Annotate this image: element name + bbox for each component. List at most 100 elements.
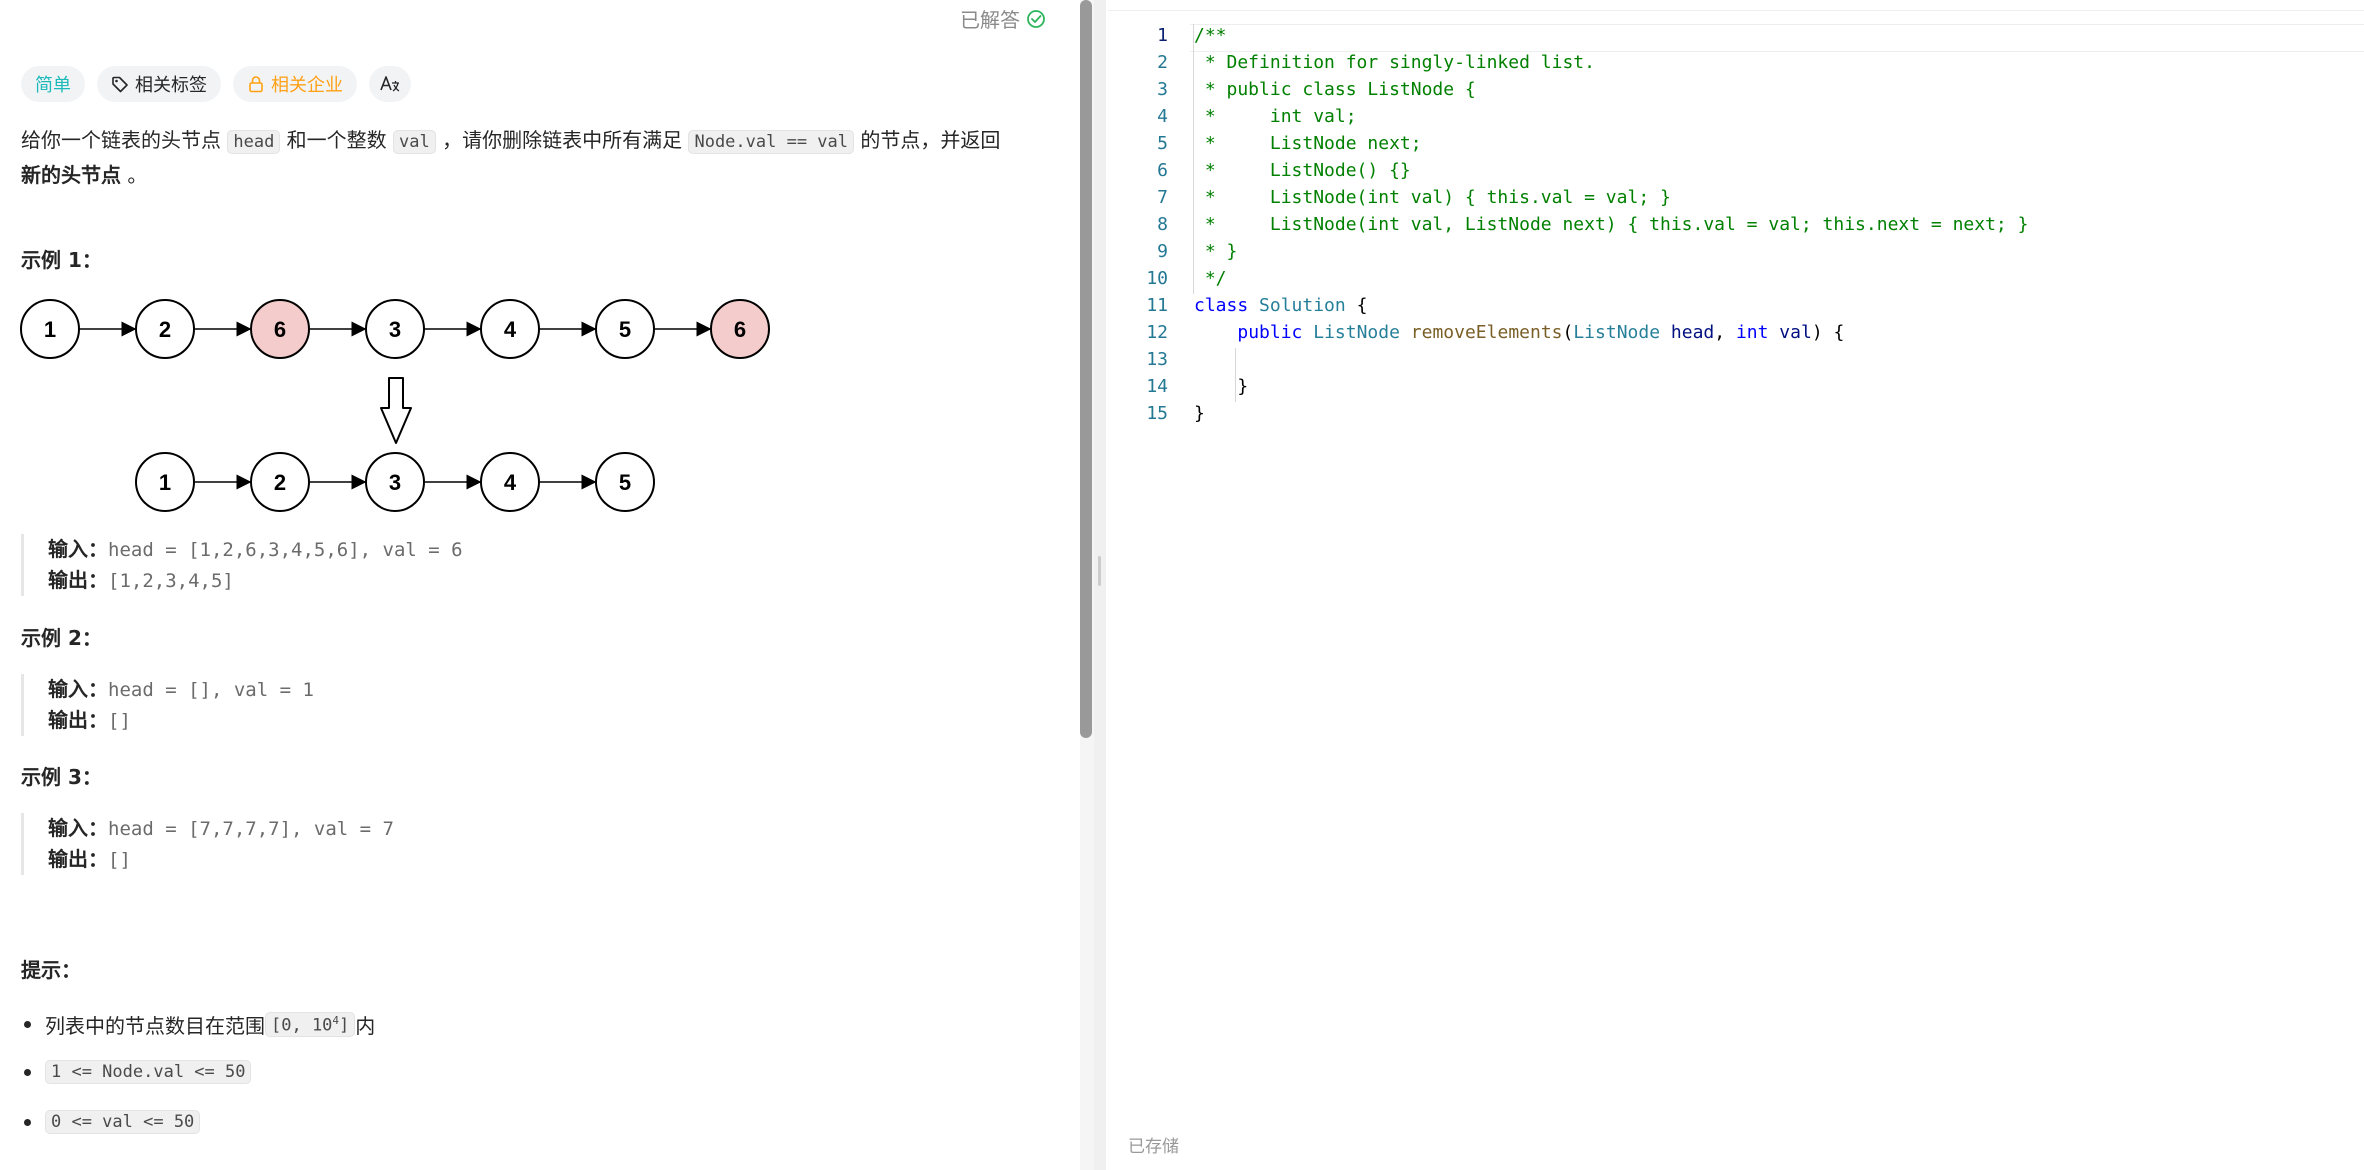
hint-text: 列表中的节点数目在范围 [45, 1014, 265, 1038]
related-tags-label: 相关标签 [135, 75, 207, 96]
code-text[interactable]: class Solution { [1194, 292, 1367, 319]
line-number: 13 [1146, 349, 1168, 370]
output-value: [1,2,3,4,5] [108, 570, 234, 592]
related-companies-button[interactable]: 相关企业 [233, 66, 357, 102]
line-number: 7 [1157, 187, 1168, 208]
line-number: 2 [1157, 52, 1168, 73]
node-value: 2 [159, 317, 171, 342]
example-3-block: 输入：head = [7,7,7,7], val = 7 输出：[] [21, 813, 394, 875]
example-1-block: 输入：head = [1,2,6,3,4,5,6], val = 6 输出：[1… [21, 534, 463, 596]
solved-status[interactable]: 已解答 [960, 4, 1046, 33]
example-3-title: 示例 3： [21, 765, 102, 789]
code-text[interactable]: * ListNode() {} [1194, 157, 1411, 184]
node-value: 3 [389, 470, 401, 495]
bullet [24, 1118, 31, 1126]
current-line-highlight [1190, 24, 2364, 52]
related-companies-label: 相关企业 [271, 75, 343, 96]
statement-text: 。 [121, 163, 148, 187]
description-scrollbar-thumb[interactable] [1080, 0, 1092, 738]
code-text[interactable]: } [1194, 373, 1248, 400]
hint-text: 内 [355, 1014, 376, 1038]
code-text[interactable]: * } [1194, 238, 1238, 265]
hint-code: 1 <= Node.val <= 50 [45, 1060, 252, 1084]
code-text[interactable]: public ListNode removeElements(ListNode … [1194, 319, 1844, 346]
code-text[interactable]: * int val; [1194, 103, 1357, 130]
code-condition: Node.val == val [688, 130, 854, 154]
statement-text: ，请你删除链表中所有满足 [435, 128, 689, 152]
node-value: 4 [504, 470, 517, 495]
statement-text: 给你一个链表的头节点 [21, 128, 228, 152]
hints-title: 提示： [21, 958, 81, 982]
difficulty-tag[interactable]: 简单 [21, 66, 85, 102]
difficulty-label: 简单 [35, 75, 71, 96]
line-number: 5 [1157, 133, 1168, 154]
hint-code-text: ] [339, 1015, 350, 1036]
code-val: val [393, 130, 436, 154]
saved-status: 已存储 [1128, 1137, 1179, 1157]
hint-code: 0 <= val <= 50 [45, 1110, 201, 1134]
statement-bold-text: 新的头节点 [21, 163, 121, 187]
hint-item: 0 <= val <= 50 [24, 1110, 201, 1134]
resize-grip[interactable] [1098, 556, 1101, 586]
bullet [24, 1021, 31, 1028]
node-value: 6 [734, 317, 746, 342]
node-value: 5 [619, 470, 631, 495]
related-tags-button[interactable]: 相关标签 [97, 66, 221, 102]
panel-resize-handle[interactable] [1094, 0, 1106, 1170]
hint-item: 列表中的节点数目在范围 [0, 104] 内 [24, 1010, 375, 1039]
line-number: 9 [1157, 241, 1168, 262]
check-circle-icon [1027, 9, 1045, 28]
hint-code-text: [0, 10 [271, 1015, 333, 1036]
statement-text: 的节点，并返回 [854, 128, 1001, 152]
code-text[interactable]: } [1194, 400, 1205, 427]
input-value: head = [7,7,7,7], val = 7 [108, 818, 394, 840]
code-text[interactable]: * Definition for singly-linked list. [1194, 49, 1595, 76]
statement-text: 和一个整数 [280, 128, 394, 152]
output-value: [] [108, 849, 131, 871]
line-number: 12 [1146, 322, 1168, 343]
translate-button[interactable] [369, 66, 411, 102]
line-number: 11 [1146, 295, 1168, 316]
code-editor[interactable]: 1 /** 2 * Definition for singly-linked lis… [1108, 0, 2364, 1170]
original-list: 1 2 6 3 4 5 6 [20, 299, 770, 359]
input-value: head = [1,2,6,3,4,5,6], val = 6 [108, 539, 463, 561]
input-value: head = [], val = 1 [108, 679, 314, 701]
solved-label: 已解答 [960, 8, 1020, 32]
hint-code: [0, 104] [265, 1011, 356, 1038]
bullet [24, 1068, 31, 1076]
linked-list-diagram: 1 2 6 3 4 5 6 1 2 3 4 5 [20, 299, 770, 512]
line-number: 4 [1157, 106, 1168, 127]
code-text[interactable]: * public class ListNode { [1194, 76, 1476, 103]
code-text[interactable]: */ [1194, 265, 1227, 292]
input-label: 输入： [48, 537, 108, 561]
code-text[interactable]: * ListNode(int val) { this.val = val; } [1194, 184, 1671, 211]
down-arrow [380, 377, 412, 444]
code-head: head [227, 130, 281, 154]
code-text[interactable]: * ListNode(int val, ListNode next) { thi… [1194, 211, 2029, 238]
line-number: 10 [1146, 268, 1168, 289]
tags-row: 简单 相关标签 相关企业 [21, 66, 423, 102]
node-value: 5 [619, 317, 631, 342]
output-label: 输出： [48, 708, 108, 732]
line-number: 6 [1157, 160, 1168, 181]
output-value: [] [108, 710, 131, 732]
example-1-title: 示例 1： [21, 248, 102, 272]
input-label: 输入： [48, 677, 108, 701]
problem-statement: 给你一个链表的头节点 head 和一个整数 val ，请你删除链表中所有满足 N… [21, 124, 1041, 192]
input-label: 输入： [48, 816, 108, 840]
output-label: 输出： [48, 568, 108, 592]
line-number: 1 [1157, 25, 1168, 46]
line-number: 15 [1146, 403, 1168, 424]
result-list: 1 2 3 4 5 [135, 452, 655, 512]
node-value: 1 [44, 317, 56, 342]
node-value: 6 [274, 317, 286, 342]
node-value: 2 [274, 470, 286, 495]
tag-icon [112, 76, 128, 93]
example-2-block: 输入：head = [], val = 1 输出：[] [21, 674, 314, 736]
hint-item: 1 <= Node.val <= 50 [24, 1060, 252, 1084]
code-text[interactable]: /** [1194, 22, 1227, 49]
line-number: 8 [1157, 214, 1168, 235]
example-2-title: 示例 2： [21, 626, 102, 650]
node-value: 3 [389, 317, 401, 342]
code-text[interactable]: * ListNode next; [1194, 130, 1422, 157]
